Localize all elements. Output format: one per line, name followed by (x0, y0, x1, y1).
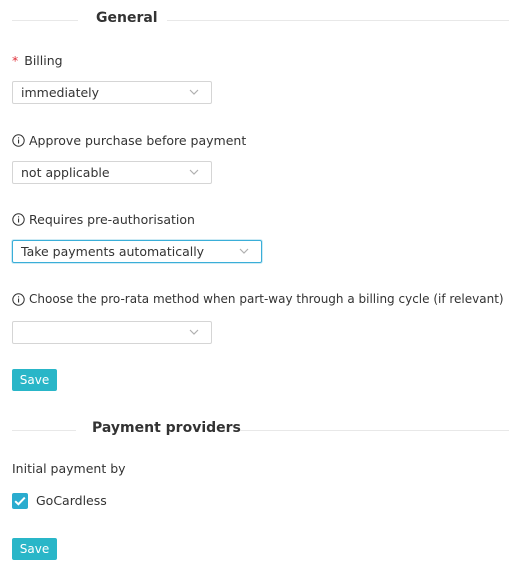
divider-right (240, 430, 509, 431)
save-payment-providers-button[interactable]: Save (12, 538, 57, 560)
pre-authorisation-label-text: Requires pre-authorisation (29, 212, 195, 227)
gocardless-checkbox[interactable] (12, 493, 28, 509)
pre-authorisation-select-value: Take payments automatically (21, 244, 205, 259)
info-icon (12, 292, 25, 306)
general-section-title: General (96, 10, 158, 26)
approve-purchase-label: Approve purchase before payment (12, 133, 246, 148)
divider-right (167, 20, 509, 21)
info-icon (12, 213, 25, 226)
divider-left (12, 430, 76, 431)
divider-left (12, 20, 78, 21)
save-general-button[interactable]: Save (12, 369, 57, 391)
approve-purchase-select[interactable]: not applicable (12, 161, 212, 184)
approve-purchase-select-value: not applicable (21, 165, 110, 180)
billing-select[interactable]: immediately (12, 81, 212, 104)
pre-authorisation-select[interactable]: Take payments automatically (12, 240, 262, 263)
pre-authorisation-label: Requires pre-authorisation (12, 212, 195, 227)
billing-label: * Billing (12, 53, 63, 68)
approve-purchase-label-text: Approve purchase before payment (29, 133, 247, 148)
payment-providers-section-header: Payment providers (0, 420, 509, 440)
chevron-down-icon (189, 169, 199, 175)
general-section-header: General (0, 10, 509, 30)
chevron-down-icon (189, 329, 199, 335)
checkmark-icon (14, 496, 26, 506)
info-icon (12, 134, 25, 147)
pro-rata-select[interactable] (12, 321, 212, 344)
initial-payment-label: Initial payment by (12, 461, 126, 476)
billing-label-text: Billing (24, 53, 63, 68)
gocardless-label: GoCardless (36, 493, 107, 508)
chevron-down-icon (239, 248, 249, 254)
pro-rata-label: Choose the pro-rata method when part-way… (12, 292, 504, 306)
required-mark: * (12, 53, 19, 68)
chevron-down-icon (189, 89, 199, 95)
payment-providers-section-title: Payment providers (92, 420, 241, 436)
billing-select-value: immediately (21, 85, 100, 100)
pro-rata-label-text: Choose the pro-rata method when part-way… (29, 292, 504, 306)
